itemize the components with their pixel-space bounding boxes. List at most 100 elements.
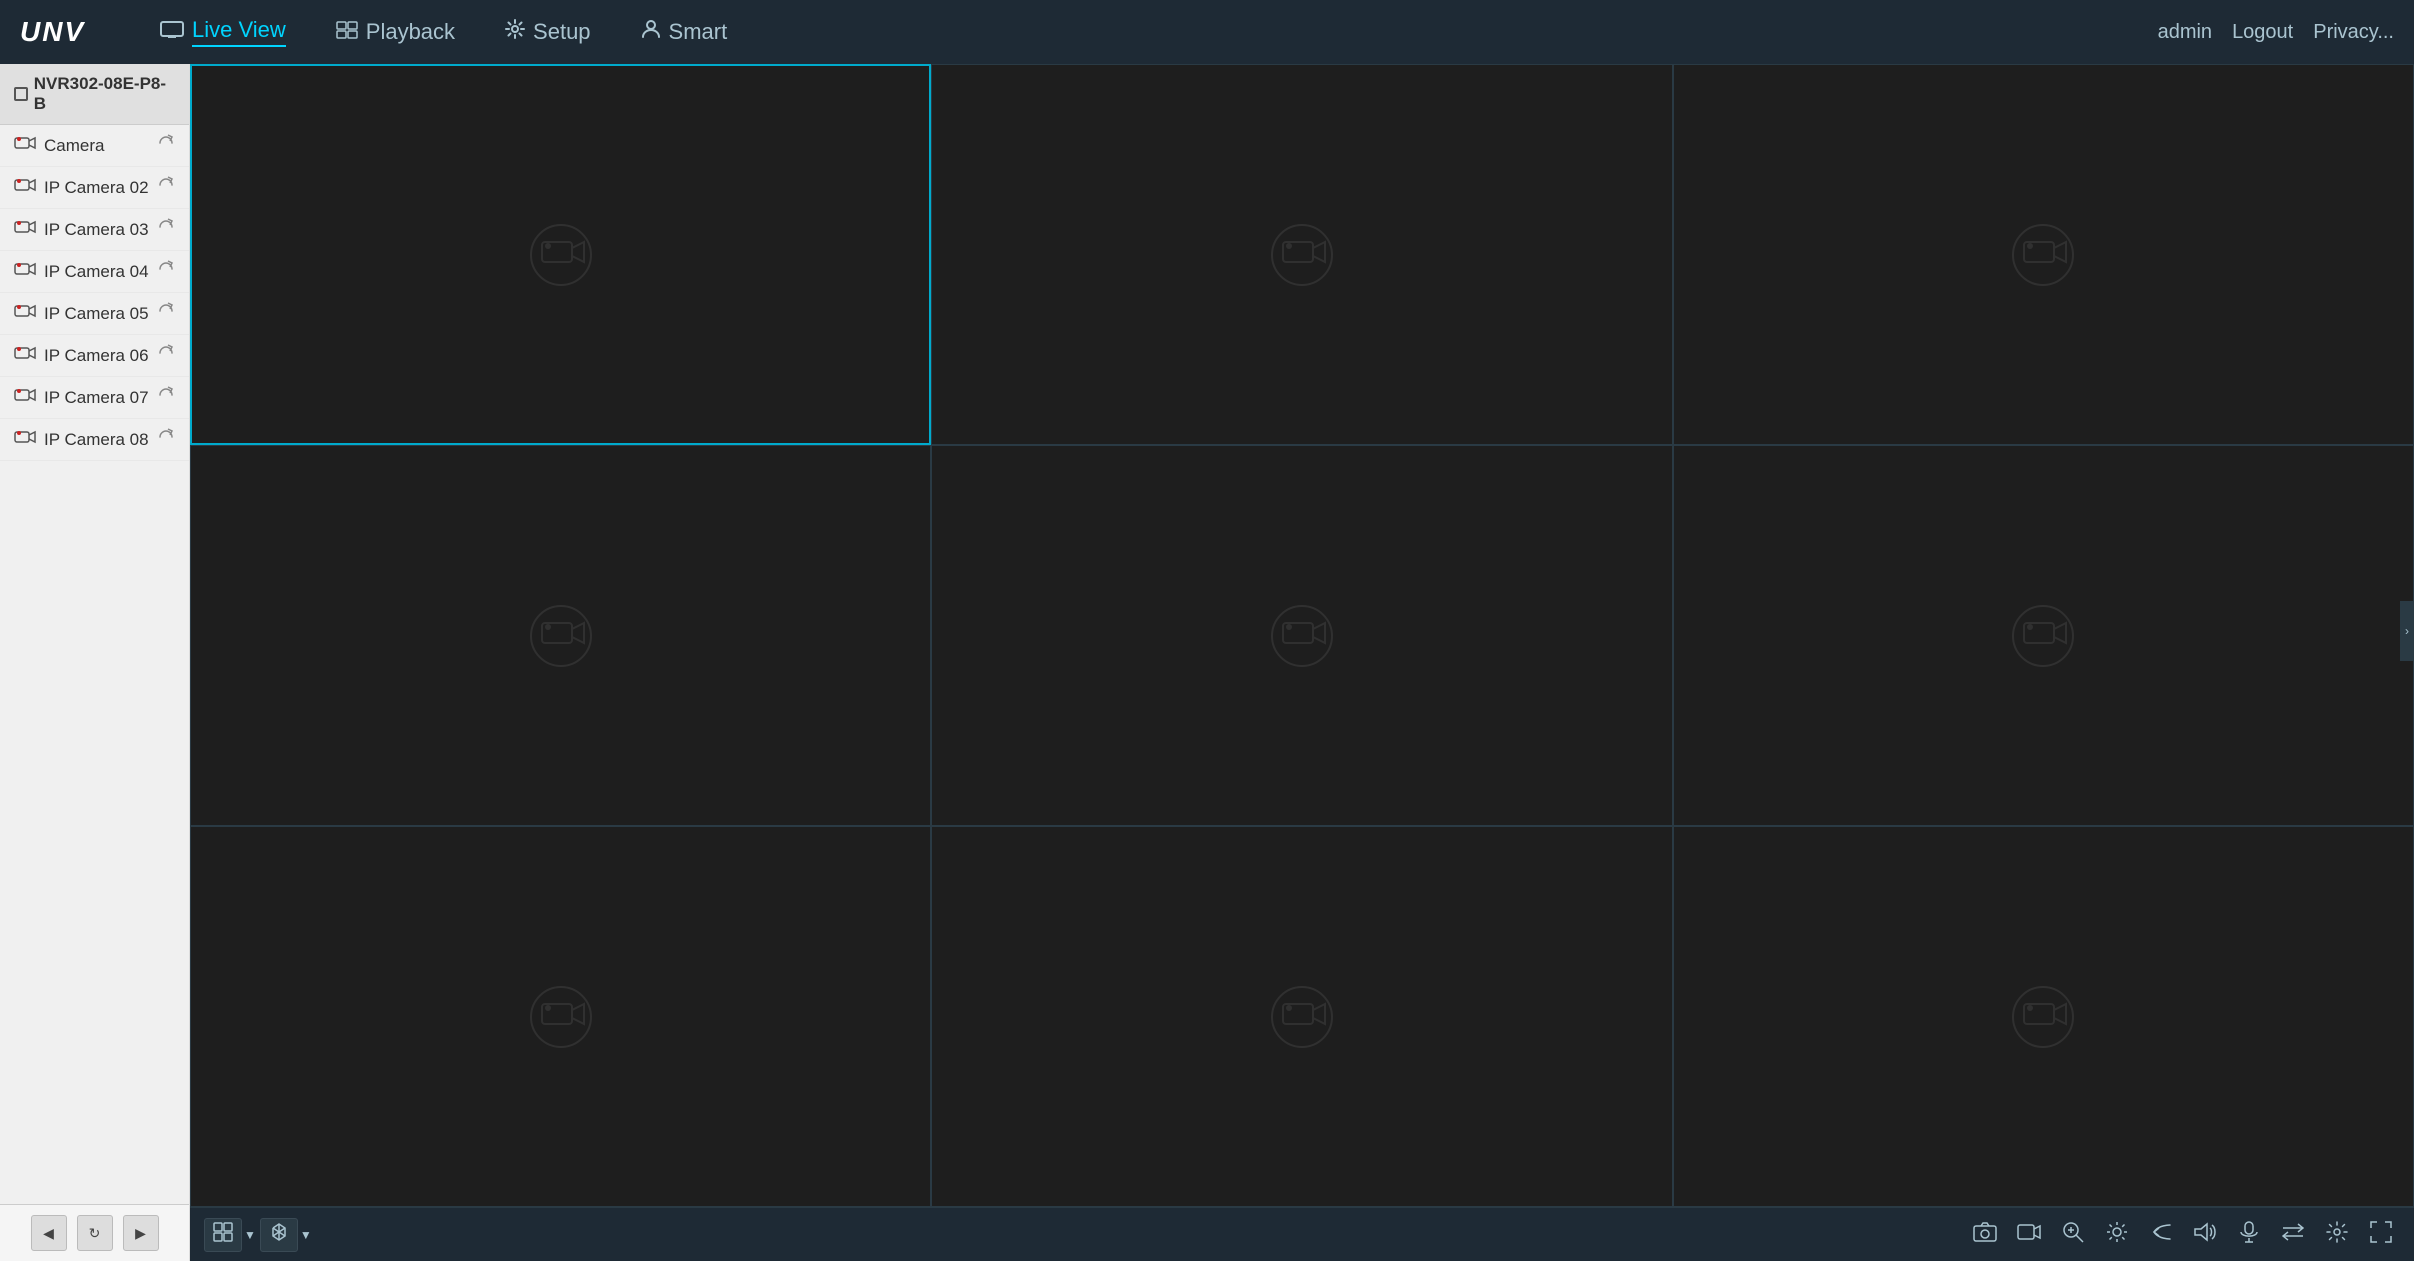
brightness-icon <box>2106 1221 2128 1249</box>
refresh-icon[interactable] <box>157 260 175 283</box>
refresh-icon[interactable] <box>157 302 175 325</box>
camera-item-5[interactable]: IP Camera 05 <box>0 293 189 335</box>
camera-item-3[interactable]: IP Camera 03 <box>0 209 189 251</box>
sequence-icon: ↻ <box>89 1225 101 1242</box>
sidebar-device: NVR302-08E-P8-B <box>0 64 189 125</box>
sequence-btn-wrapper: ▼ <box>260 1218 312 1252</box>
mic-icon <box>2239 1221 2259 1249</box>
camera-icon <box>14 261 36 282</box>
grid-layout-button[interactable] <box>204 1218 242 1252</box>
refresh-icon[interactable] <box>157 218 175 241</box>
video-cell-5[interactable] <box>931 445 1672 826</box>
refresh-icon[interactable] <box>157 344 175 367</box>
nav-label-playback: Playback <box>366 19 455 45</box>
nav-label-setup: Setup <box>533 19 591 45</box>
camera-name: Camera <box>44 136 149 156</box>
camera-icon <box>14 219 36 240</box>
video-cell-7[interactable] <box>190 826 931 1207</box>
zoom-button[interactable] <box>2054 1218 2092 1252</box>
camera-icon <box>14 345 36 366</box>
privacy-button[interactable]: Privacy... <box>2313 21 2394 44</box>
camera-item-7[interactable]: IP Camera 07 <box>0 377 189 419</box>
logo: UNV <box>20 10 100 54</box>
refresh-icon[interactable] <box>157 386 175 409</box>
toolbar-left: ▼ ▼ <box>204 1218 312 1252</box>
logo-text: UNV <box>20 16 85 48</box>
fullscreen-button[interactable] <box>2362 1218 2400 1252</box>
video-cell-6[interactable] <box>1673 445 2414 826</box>
main-layout: NVR302-08E-P8-B Camera IP Camera 02 IP C… <box>0 64 2414 1261</box>
video-placeholder-icon <box>2008 982 2078 1052</box>
video-cell-3[interactable] <box>1673 64 2414 445</box>
right-collapse-handle[interactable]: › <box>2400 601 2414 661</box>
video-cell-4[interactable] <box>190 445 931 826</box>
camera-icon <box>14 387 36 408</box>
monitor-icon <box>160 19 184 45</box>
camera-item-2[interactable]: IP Camera 02 <box>0 167 189 209</box>
video-placeholder-icon <box>526 982 596 1052</box>
nav-item-smart[interactable]: Smart <box>621 11 748 53</box>
refresh-icon[interactable] <box>157 134 175 157</box>
config-icon <box>2326 1221 2348 1249</box>
config-button[interactable] <box>2318 1218 2356 1252</box>
sidebar-controls: ◀ ↻ ▶ <box>0 1204 189 1261</box>
camera-name: IP Camera 08 <box>44 430 149 450</box>
next-icon: ▶ <box>135 1225 146 1242</box>
grid-layout-wrapper: ▼ <box>204 1218 256 1252</box>
camera-item-6[interactable]: IP Camera 06 <box>0 335 189 377</box>
sequence-button[interactable]: ↻ <box>77 1215 113 1251</box>
grid-dropdown-arrow[interactable]: ▼ <box>244 1228 256 1242</box>
sequence-toolbar-icon <box>269 1222 289 1247</box>
record-icon <box>2017 1222 2041 1248</box>
mic-button[interactable] <box>2230 1218 2268 1252</box>
nav-label-live-view: Live View <box>192 17 286 47</box>
camera-item-8[interactable]: IP Camera 08 <box>0 419 189 461</box>
video-placeholder-icon <box>526 601 596 671</box>
sequence-toolbar-button[interactable] <box>260 1218 298 1252</box>
video-placeholder-icon <box>1267 601 1337 671</box>
video-grid <box>190 64 2414 1207</box>
next-button[interactable]: ▶ <box>123 1215 159 1251</box>
logout-button[interactable]: Logout <box>2232 21 2293 44</box>
rewind-button[interactable] <box>2142 1218 2180 1252</box>
gear-icon <box>505 19 525 45</box>
nav-item-playback[interactable]: Playback <box>316 11 475 53</box>
snapshot-button[interactable] <box>1966 1218 2004 1252</box>
nav-item-setup[interactable]: Setup <box>485 11 611 53</box>
camera-icon <box>14 177 36 198</box>
switch-button[interactable] <box>2274 1218 2312 1252</box>
volume-button[interactable] <box>2186 1218 2224 1252</box>
sequence-dropdown-arrow[interactable]: ▼ <box>300 1228 312 1242</box>
video-cell-2[interactable] <box>931 64 1672 445</box>
right-chevron-icon: › <box>2405 624 2409 638</box>
brightness-button[interactable] <box>2098 1218 2136 1252</box>
nav-right: admin Logout Privacy... <box>2158 21 2394 44</box>
video-placeholder-icon <box>2008 220 2078 290</box>
nav-item-live-view[interactable]: Live View <box>140 9 306 55</box>
video-placeholder-icon <box>526 220 596 290</box>
refresh-icon[interactable] <box>157 176 175 199</box>
grid-icon <box>213 1222 233 1247</box>
zoom-icon <box>2062 1221 2084 1249</box>
record-button[interactable] <box>2010 1218 2048 1252</box>
switch-icon <box>2282 1222 2304 1248</box>
camera-item-4[interactable]: IP Camera 04 <box>0 251 189 293</box>
nav-label-smart: Smart <box>669 19 728 45</box>
camera-item-1[interactable]: Camera <box>0 125 189 167</box>
video-cell-8[interactable] <box>931 826 1672 1207</box>
topbar: UNV Live View Playback Setup Smart <box>0 0 2414 64</box>
refresh-icon[interactable] <box>157 428 175 451</box>
video-cell-9[interactable] <box>1673 826 2414 1207</box>
toolbar-right <box>1966 1218 2400 1252</box>
video-placeholder-icon <box>2008 601 2078 671</box>
video-area: ▼ ▼ <box>190 64 2414 1261</box>
camera-list: Camera IP Camera 02 IP Camera 03 IP Came… <box>0 125 189 1204</box>
prev-icon: ◀ <box>43 1225 54 1242</box>
video-cell-1[interactable] <box>190 64 931 445</box>
prev-button[interactable]: ◀ <box>31 1215 67 1251</box>
camera-name: IP Camera 06 <box>44 346 149 366</box>
playback-icon <box>336 19 358 45</box>
camera-name: IP Camera 03 <box>44 220 149 240</box>
camera-name: IP Camera 07 <box>44 388 149 408</box>
volume-icon <box>2194 1222 2216 1248</box>
